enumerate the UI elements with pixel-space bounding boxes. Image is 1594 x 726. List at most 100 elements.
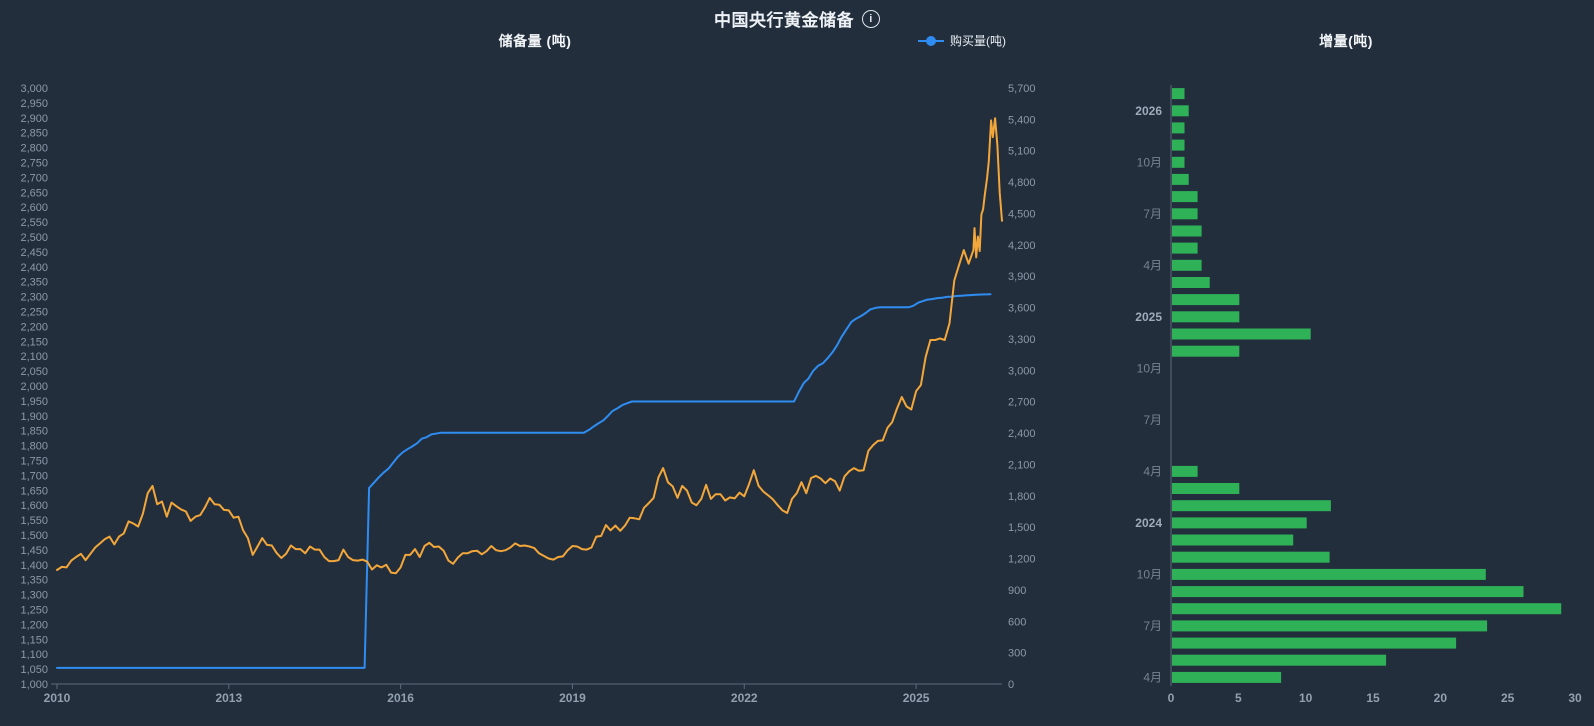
left-y-axis-label: 3,000 xyxy=(20,83,48,95)
gold-price-line[interactable] xyxy=(57,118,1002,573)
right-y-axis-label: 3,000 xyxy=(1008,365,1036,377)
increment-bar[interactable] xyxy=(1172,638,1456,649)
x-axis-label: 2013 xyxy=(215,691,242,705)
charts-canvas: 3,0002,9502,9002,8502,8002,7502,7002,650… xyxy=(0,0,1594,726)
left-y-axis-label: 1,700 xyxy=(20,470,48,482)
increment-bar[interactable] xyxy=(1172,466,1198,477)
left-y-axis-label: 2,550 xyxy=(20,217,48,229)
right-y-axis-label: 600 xyxy=(1008,616,1026,628)
bar-category-label: 10月 xyxy=(1137,155,1162,169)
bar-x-axis-label: 30 xyxy=(1568,691,1582,705)
right-y-axis-label: 2,100 xyxy=(1008,459,1036,471)
left-y-axis-label: 1,350 xyxy=(20,575,48,587)
left-y-axis-label: 1,150 xyxy=(20,634,48,646)
increment-bar[interactable] xyxy=(1172,535,1293,546)
increment-bar[interactable] xyxy=(1172,208,1198,219)
left-y-axis-label: 1,800 xyxy=(20,441,48,453)
left-y-axis-label: 1,900 xyxy=(20,411,48,423)
left-y-axis-label: 2,300 xyxy=(20,292,48,304)
increment-bar[interactable] xyxy=(1172,243,1198,254)
left-y-axis-label: 1,250 xyxy=(20,605,48,617)
increment-bar[interactable] xyxy=(1172,552,1330,563)
bar-x-axis-label: 15 xyxy=(1366,691,1380,705)
left-y-axis-label: 1,750 xyxy=(20,456,48,468)
increment-bar[interactable] xyxy=(1172,157,1185,168)
increment-bar[interactable] xyxy=(1172,140,1185,151)
x-axis-label: 2022 xyxy=(731,691,758,705)
bar-category-label: 4月 xyxy=(1143,258,1162,272)
increment-bar[interactable] xyxy=(1172,586,1524,597)
right-y-axis-label: 1,200 xyxy=(1008,554,1036,566)
increment-bar[interactable] xyxy=(1172,517,1307,528)
left-y-axis-label: 1,500 xyxy=(20,530,48,542)
bar-category-label: 4月 xyxy=(1143,464,1162,478)
increment-bar[interactable] xyxy=(1172,174,1189,185)
left-y-axis-label: 1,400 xyxy=(20,560,48,572)
right-y-axis-label: 1,800 xyxy=(1008,491,1036,503)
left-y-axis-label: 2,050 xyxy=(20,366,48,378)
left-y-axis-label: 1,450 xyxy=(20,545,48,557)
left-y-axis-label: 1,850 xyxy=(20,426,48,438)
left-y-axis-label: 2,600 xyxy=(20,202,48,214)
right-y-axis-label: 2,400 xyxy=(1008,428,1036,440)
left-y-axis-label: 1,100 xyxy=(20,649,48,661)
bar-x-axis-label: 10 xyxy=(1299,691,1313,705)
left-y-axis-label: 2,800 xyxy=(20,143,48,155)
left-y-axis-label: 1,600 xyxy=(20,500,48,512)
left-y-axis-label: 1,650 xyxy=(20,485,48,497)
left-y-axis-label: 1,000 xyxy=(20,679,48,691)
left-y-axis-label: 1,300 xyxy=(20,590,48,602)
left-y-axis-label: 2,100 xyxy=(20,351,48,363)
right-y-axis-label: 2,700 xyxy=(1008,397,1036,409)
increment-bar[interactable] xyxy=(1172,672,1281,683)
x-axis-label: 2016 xyxy=(387,691,414,705)
left-y-axis-label: 1,950 xyxy=(20,396,48,408)
increment-bar[interactable] xyxy=(1172,500,1331,511)
right-y-axis-label: 3,600 xyxy=(1008,303,1036,315)
increment-bar[interactable] xyxy=(1172,88,1185,99)
left-y-axis-label: 2,750 xyxy=(20,158,48,170)
right-y-axis-label: 4,800 xyxy=(1008,177,1036,189)
bar-category-label: 2025 xyxy=(1135,310,1162,324)
increment-bar[interactable] xyxy=(1172,483,1239,494)
increment-bar[interactable] xyxy=(1172,294,1239,305)
left-y-axis-label: 2,500 xyxy=(20,232,48,244)
increment-bar[interactable] xyxy=(1172,329,1311,340)
left-y-axis-label: 2,000 xyxy=(20,381,48,393)
bar-category-label: 7月 xyxy=(1143,413,1162,427)
left-y-axis-label: 2,950 xyxy=(20,98,48,110)
left-y-axis-label: 2,400 xyxy=(20,262,48,274)
increment-bar[interactable] xyxy=(1172,226,1202,237)
left-y-axis-label: 1,550 xyxy=(20,515,48,527)
increment-bar[interactable] xyxy=(1172,311,1239,322)
bar-category-label: 4月 xyxy=(1143,670,1162,684)
increment-bar[interactable] xyxy=(1172,260,1202,271)
left-y-axis-label: 2,850 xyxy=(20,128,48,140)
right-y-axis-label: 3,300 xyxy=(1008,334,1036,346)
right-y-axis-label: 1,500 xyxy=(1008,522,1036,534)
increment-bar[interactable] xyxy=(1172,277,1210,288)
right-y-axis-label: 300 xyxy=(1008,648,1026,660)
increment-bar[interactable] xyxy=(1172,655,1386,666)
right-y-axis-label: 5,700 xyxy=(1008,83,1036,95)
bar-x-axis-label: 25 xyxy=(1501,691,1515,705)
increment-bar[interactable] xyxy=(1172,105,1189,116)
purchase-line[interactable] xyxy=(57,294,991,668)
increment-bar[interactable] xyxy=(1172,346,1239,357)
increment-bar[interactable] xyxy=(1172,620,1487,631)
increment-bar[interactable] xyxy=(1172,603,1561,614)
left-y-axis-label: 2,700 xyxy=(20,172,48,184)
increment-bar[interactable] xyxy=(1172,191,1198,202)
right-y-axis-label: 4,500 xyxy=(1008,208,1036,220)
increment-bar[interactable] xyxy=(1172,569,1486,580)
right-y-axis-label: 5,100 xyxy=(1008,146,1036,158)
x-axis-label: 2019 xyxy=(559,691,586,705)
right-y-axis-label: 4,200 xyxy=(1008,240,1036,252)
bar-category-label: 7月 xyxy=(1143,207,1162,221)
left-y-axis-label: 2,350 xyxy=(20,277,48,289)
bar-x-axis-label: 0 xyxy=(1168,691,1175,705)
increment-bar[interactable] xyxy=(1172,122,1185,133)
left-y-axis-label: 2,250 xyxy=(20,307,48,319)
bar-category-label: 2024 xyxy=(1135,516,1162,530)
right-y-axis-label: 0 xyxy=(1008,679,1014,691)
